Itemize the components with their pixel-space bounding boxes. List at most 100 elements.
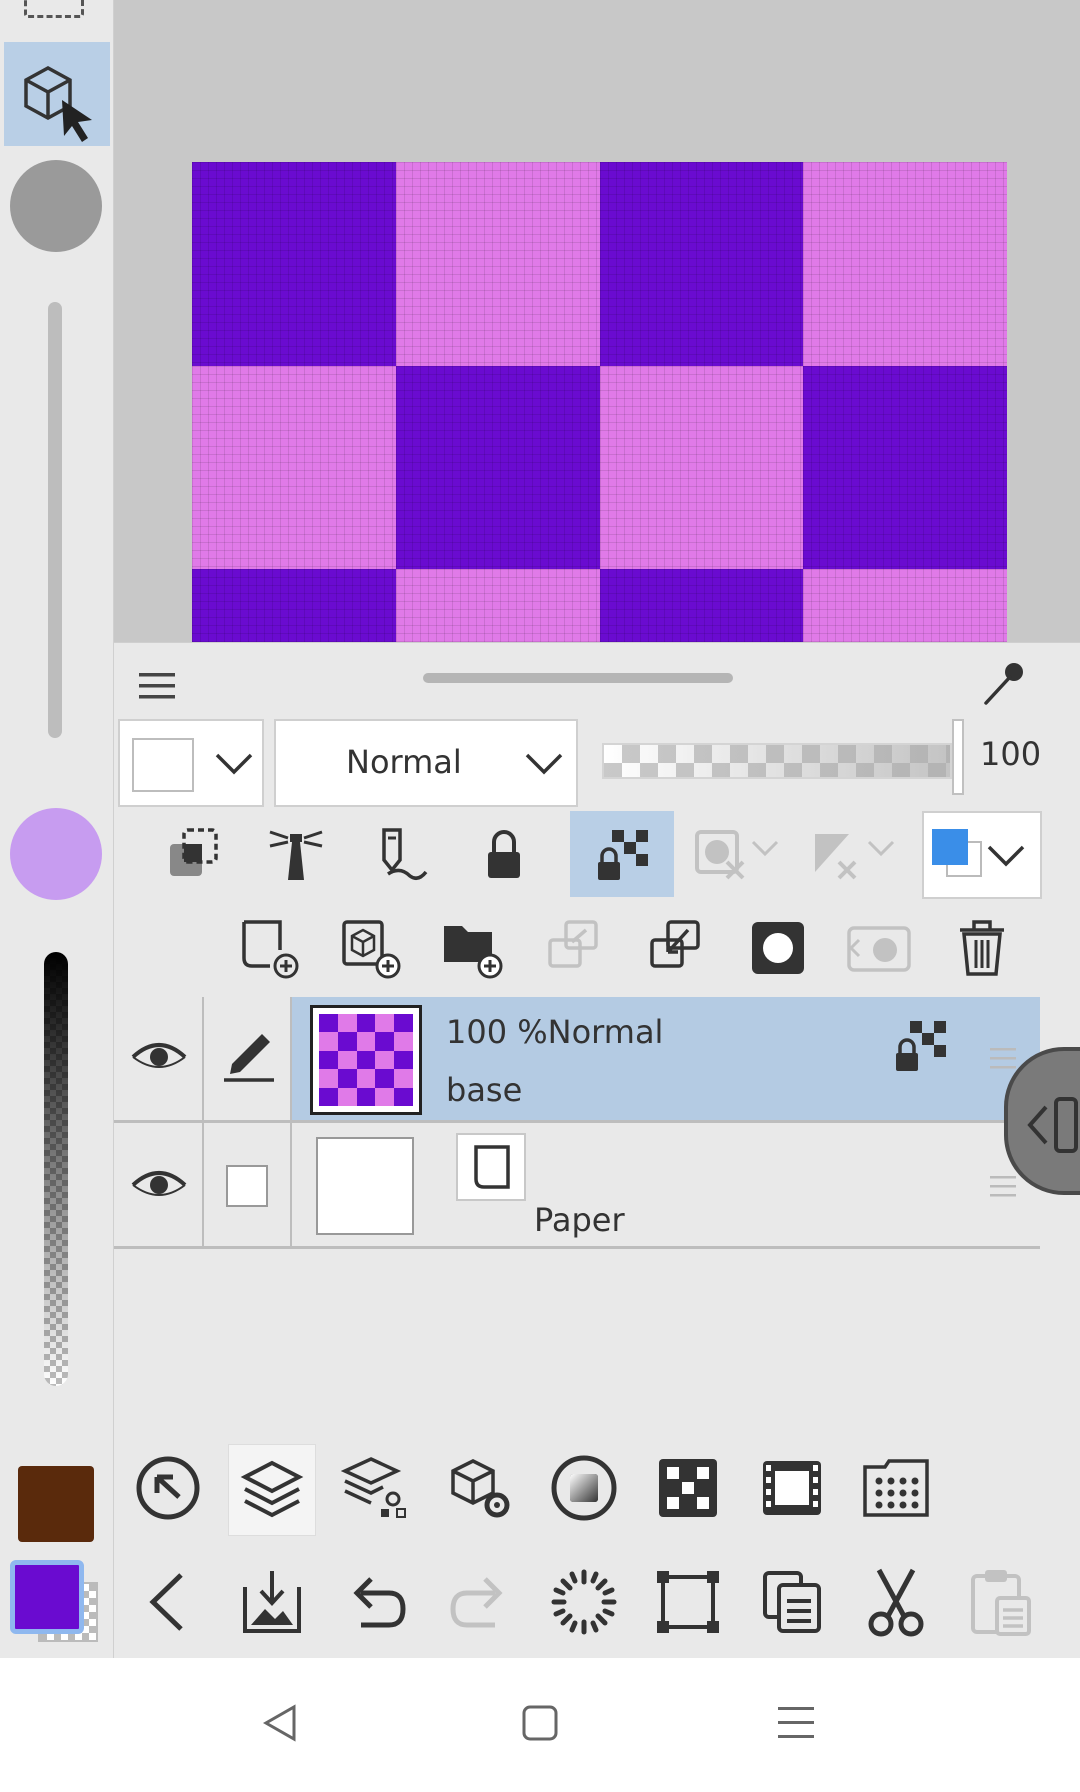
tool-property-button[interactable]	[124, 1444, 212, 1532]
eye-icon	[131, 1171, 187, 1196]
marquee-tool-icon[interactable]	[24, 0, 84, 18]
thumbnail-cell	[375, 1087, 395, 1106]
layer-edit-target-checkbox[interactable]	[226, 1165, 268, 1207]
back-button[interactable]	[124, 1556, 212, 1648]
drag-handle-icon[interactable]	[990, 1045, 1016, 1071]
sub-color-swatch[interactable]	[18, 1466, 94, 1542]
delete-layer-button[interactable]	[932, 905, 1032, 991]
artwork-cell	[803, 162, 1007, 366]
cube-cursor-icon	[24, 66, 92, 142]
redo-button[interactable]	[436, 1556, 524, 1648]
artwork-cell	[803, 569, 1007, 642]
ruler-disabled-dropdown[interactable]	[802, 811, 912, 897]
sub-tool-detail-button[interactable]	[436, 1444, 524, 1532]
material-palette-button[interactable]	[644, 1444, 732, 1532]
transform-icon	[657, 1571, 719, 1633]
brush-opacity-slider[interactable]	[44, 952, 68, 1386]
chevron-down-icon	[987, 845, 1025, 867]
tool-folder-icon	[863, 1459, 929, 1517]
lighthouse-icon	[269, 830, 323, 880]
opacity-slider-thumb[interactable]	[952, 719, 964, 795]
new-raster-layer-button[interactable]	[218, 905, 318, 991]
layers-icon	[240, 1460, 304, 1518]
artwork-cell	[192, 162, 396, 366]
main-color-swatch[interactable]	[10, 1560, 84, 1634]
layer-opacity-mode-label: 100 %Normal	[446, 1013, 664, 1051]
artwork-cell	[599, 365, 804, 569]
timeline-button[interactable]	[748, 1444, 836, 1532]
camera-layer-button[interactable]	[830, 905, 930, 991]
merge-down-button[interactable]	[524, 905, 624, 991]
clip-to-layer-below-button[interactable]	[144, 811, 244, 897]
lock-layer-button[interactable]	[454, 811, 554, 897]
undo-button[interactable]	[332, 1556, 420, 1648]
sub-tool-palette-button[interactable]	[852, 1444, 940, 1532]
panel-menu-button[interactable]	[130, 663, 184, 709]
panel-drag-handle[interactable]	[423, 673, 733, 683]
redo-icon	[450, 1577, 503, 1628]
lock-transparency-icon	[896, 1021, 946, 1071]
eyedropper-icon	[984, 663, 1023, 705]
brush-color-preview[interactable]	[10, 808, 102, 900]
import-image-button[interactable]	[228, 1556, 316, 1648]
system-home-button[interactable]	[500, 1688, 580, 1758]
layer-edit-target-toggle[interactable]	[214, 1025, 284, 1089]
layer-visibility-toggle[interactable]	[124, 1153, 194, 1217]
layer-opacity-slider[interactable]	[602, 743, 952, 779]
layer-color-dropdown[interactable]	[118, 719, 264, 807]
color-circle-button[interactable]	[540, 1444, 628, 1532]
thumbnail-cell	[337, 1050, 357, 1070]
thumbnail-cell	[319, 1050, 338, 1070]
artwork-cell	[192, 569, 396, 642]
layer-row-paper[interactable]: Paper	[114, 1123, 1040, 1249]
lock-transparent-pixels-button[interactable]	[570, 811, 674, 897]
cut-button[interactable]	[852, 1556, 940, 1648]
brush-size-slider[interactable]	[48, 302, 62, 738]
new-3d-layer-button[interactable]	[320, 905, 420, 991]
merge-layer-button[interactable]	[626, 905, 726, 991]
thumbnail-cell	[394, 1032, 413, 1051]
color-circle-icon	[551, 1455, 617, 1521]
layer-column-divider	[290, 997, 292, 1120]
thumbnail-cell	[337, 1069, 357, 1088]
layer-visibility-toggle[interactable]	[124, 1025, 194, 1089]
brush-size-indicator[interactable]	[10, 160, 102, 252]
mask-disabled-dropdown[interactable]	[686, 811, 796, 897]
artwork-cell	[395, 365, 600, 569]
layer-property-button[interactable]	[332, 1444, 420, 1532]
thumbnail-cell	[394, 1069, 413, 1088]
chevron-down-icon	[215, 753, 253, 775]
thumbnail-cell	[319, 1032, 338, 1051]
system-back-button[interactable]	[240, 1688, 320, 1758]
thumbnail-cell	[356, 1014, 376, 1033]
system-menu-button[interactable]	[756, 1688, 836, 1758]
draft-layer-button[interactable]	[350, 811, 450, 897]
artwork-canvas[interactable]	[192, 162, 1007, 642]
artwork-cell	[599, 569, 804, 642]
new-folder-icon	[444, 926, 503, 979]
new-folder-button[interactable]	[422, 905, 522, 991]
square-home-icon	[522, 1705, 558, 1741]
lock-transparency-icon	[598, 830, 648, 880]
thumbnail-cell	[375, 1050, 395, 1070]
layer-row-base[interactable]: 100 %Normal base	[114, 997, 1040, 1123]
layer-name-label: base	[446, 1071, 523, 1109]
chevron-left-icon	[149, 1573, 183, 1631]
clip-layer-icon	[170, 828, 218, 876]
eyedropper-button[interactable]	[974, 655, 1032, 713]
layer-color-mode-dropdown[interactable]	[922, 811, 1042, 899]
ruler-off-icon	[815, 834, 895, 880]
layer-mask-button[interactable]	[728, 905, 828, 991]
paste-button[interactable]	[956, 1556, 1044, 1648]
transform-button[interactable]	[644, 1556, 732, 1648]
artwork-cell	[803, 365, 1007, 569]
drag-handle-icon[interactable]	[990, 1173, 1016, 1199]
artwork-cell	[395, 569, 600, 642]
tool-property-icon	[136, 1456, 200, 1520]
copy-button[interactable]	[748, 1556, 836, 1648]
layer-palette-button[interactable]	[228, 1444, 316, 1536]
deselect-button[interactable]	[540, 1556, 628, 1648]
blend-mode-dropdown[interactable]: Normal	[274, 719, 578, 807]
reference-layer-button[interactable]	[246, 811, 346, 897]
object-select-tool-button[interactable]	[4, 42, 110, 146]
